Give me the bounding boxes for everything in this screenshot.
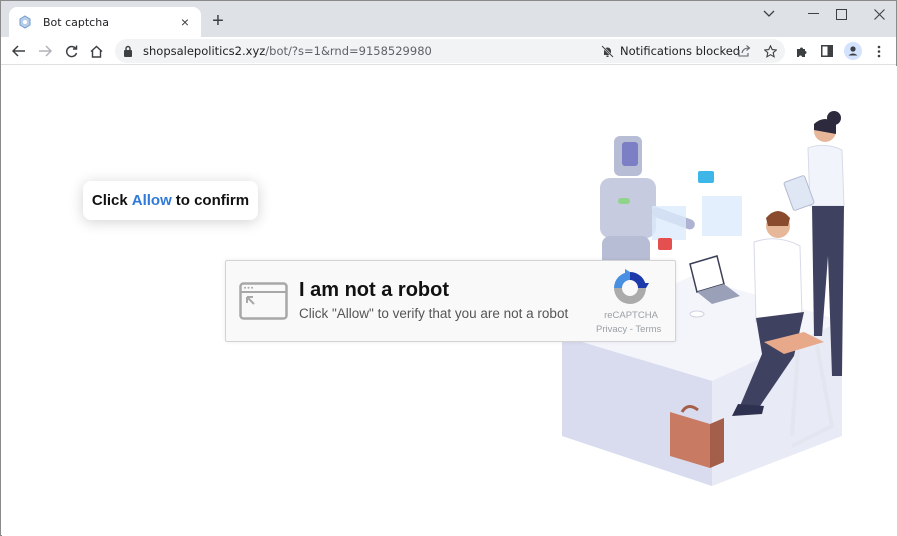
reload-icon	[65, 45, 77, 57]
notifications-blocked-chip[interactable]: Notifications blocked	[601, 39, 740, 63]
tab-title: Bot captcha	[43, 15, 109, 29]
forward-button[interactable]	[34, 40, 56, 62]
side-panel-icon	[821, 45, 833, 57]
toolbar: shopsalepolitics2.xyz/bot/?s=1&rnd=91585…	[1, 37, 896, 65]
extensions-button[interactable]	[791, 40, 813, 62]
prompt-suffix: to confirm	[175, 192, 250, 209]
page-content: Click Allow to confirm I am not a robot …	[2, 66, 897, 536]
profile-avatar-icon	[844, 42, 862, 60]
close-icon	[873, 8, 885, 20]
url-text[interactable]: shopsalepolitics2.xyz/bot/?s=1&rnd=91585…	[143, 44, 432, 58]
prompt-prefix: Click	[91, 192, 128, 209]
puzzle-icon	[796, 47, 806, 57]
click-allow-prompt: Click Allow to confirm	[83, 181, 258, 220]
profile-button[interactable]	[842, 40, 864, 62]
browser-window-cursor-icon	[239, 282, 288, 320]
side-panel-button[interactable]	[816, 40, 838, 62]
captcha-title: I am not a robot	[299, 279, 449, 301]
bot-favicon-icon	[17, 14, 33, 30]
new-tab-button[interactable]: +	[208, 11, 228, 31]
recaptcha-logo-icon	[614, 269, 649, 304]
reload-button[interactable]	[60, 40, 82, 62]
back-button[interactable]	[8, 40, 30, 62]
captcha-subtitle: Click "Allow" to verify that you are not…	[299, 306, 569, 321]
home-button[interactable]	[85, 40, 107, 62]
notifications-blocked-label: Notifications blocked	[620, 44, 741, 58]
title-bar: Bot captcha × +	[1, 1, 896, 37]
browser-window: Bot captcha × + shopsalepolitics2.xyz/bo…	[0, 0, 897, 536]
tab-bot-captcha[interactable]: Bot captcha ×	[9, 7, 201, 37]
share-button[interactable]	[735, 42, 753, 60]
chevron-down-icon	[763, 10, 775, 17]
back-arrow-icon	[12, 45, 25, 57]
recaptcha-privacy-terms-link[interactable]: Privacy - Terms	[596, 324, 676, 335]
home-icon	[90, 45, 102, 58]
recaptcha-box[interactable]: I am not a robot Click "Allow" to verify…	[225, 260, 676, 342]
bell-off-icon	[601, 44, 614, 58]
url-host: shopsalepolitics2.xyz	[143, 44, 266, 58]
tab-search-button[interactable]	[754, 5, 784, 23]
url-path: /bot/?s=1&rnd=9158529980	[265, 44, 432, 58]
close-window-button[interactable]	[864, 5, 894, 23]
maximize-button[interactable]	[826, 5, 856, 23]
maximize-icon	[835, 8, 847, 20]
kebab-menu-icon	[877, 45, 881, 57]
forward-arrow-icon	[39, 45, 52, 57]
lock-icon[interactable]	[123, 44, 135, 58]
tab-close-icon[interactable]: ×	[177, 14, 193, 30]
recaptcha-brand: reCAPTCHA	[604, 310, 658, 321]
prompt-allow-highlight: Allow	[131, 192, 172, 209]
minimize-icon	[807, 13, 819, 14]
minimize-button[interactable]	[798, 5, 828, 23]
star-icon	[763, 44, 777, 58]
share-icon	[737, 45, 750, 57]
bookmark-button[interactable]	[761, 42, 779, 60]
menu-button[interactable]	[868, 40, 890, 62]
address-bar[interactable]: shopsalepolitics2.xyz/bot/?s=1&rnd=91585…	[115, 39, 785, 63]
